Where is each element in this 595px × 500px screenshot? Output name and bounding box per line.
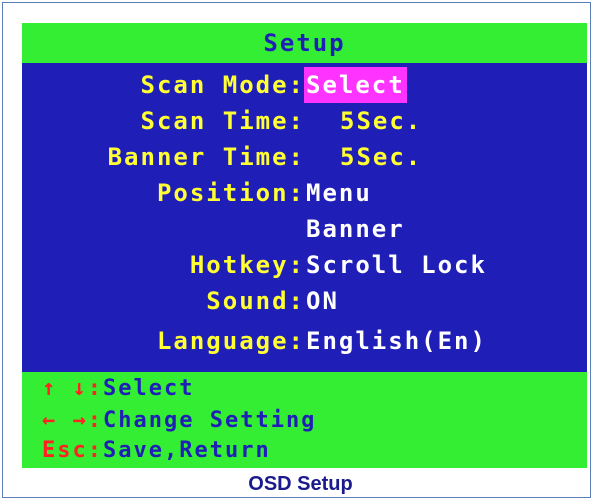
help-text: Change Setting	[103, 408, 317, 433]
setting-language[interactable]: Language: English(En)	[22, 323, 587, 359]
figure-caption: OSD Setup	[248, 473, 353, 495]
help-separator: :	[87, 376, 103, 401]
up-down-arrow-icon: ↑ ↓	[42, 376, 88, 401]
help-text: Select	[103, 376, 195, 401]
esc-key-label: Esc	[42, 438, 88, 463]
setting-scan-time[interactable]: Scan Time: 5Sec.	[22, 103, 587, 139]
setting-value[interactable]: 5Sec.	[340, 139, 422, 175]
osd-title-bar: Setup	[22, 23, 587, 63]
osd-title: Setup	[263, 29, 346, 57]
setting-hotkey[interactable]: Hotkey: Scroll Lock	[22, 247, 587, 283]
setting-banner-time[interactable]: Banner Time: 5Sec.	[22, 139, 587, 175]
help-text: Save,Return	[103, 438, 271, 463]
setting-label: Sound:	[206, 287, 305, 315]
setting-value[interactable]: Banner	[306, 211, 405, 247]
setting-label: Position:	[156, 179, 305, 207]
setting-position-banner[interactable]: Banner	[22, 211, 587, 247]
help-bar: ↑ ↓:Select ← →:Change Setting Esc:Save,R…	[22, 372, 587, 468]
help-separator: :	[87, 438, 103, 463]
setting-value[interactable]: Scroll Lock	[306, 247, 487, 283]
setting-position[interactable]: Position: Menu	[22, 175, 587, 211]
setting-scan-mode[interactable]: Scan Mode: Select	[22, 67, 587, 103]
setting-value[interactable]: English(En)	[306, 323, 487, 359]
setting-value-selected[interactable]: Select	[304, 67, 407, 103]
setting-label: Scan Time:	[140, 107, 305, 135]
help-line-esc: Esc:Save,Return	[42, 436, 271, 468]
setting-value[interactable]: ON	[306, 283, 339, 319]
setting-sound[interactable]: Sound: ON	[22, 283, 587, 319]
setting-value[interactable]: 5Sec.	[340, 103, 422, 139]
setting-label: Banner Time:	[107, 143, 305, 171]
setting-label: Language:	[156, 327, 305, 355]
left-right-arrow-icon: ← →	[42, 408, 88, 433]
help-line-change: ← →:Change Setting	[42, 406, 316, 438]
help-line-select: ↑ ↓:Select	[42, 374, 194, 406]
help-separator: :	[87, 408, 103, 433]
setting-label: Hotkey:	[189, 251, 305, 279]
figure-frame: Setup Scan Mode: Select Scan Time: 5Sec.…	[2, 2, 591, 498]
setting-value[interactable]: Menu	[306, 175, 372, 211]
setting-label: Scan Mode:	[140, 71, 305, 99]
osd-screen: Setup Scan Mode: Select Scan Time: 5Sec.…	[22, 23, 587, 468]
